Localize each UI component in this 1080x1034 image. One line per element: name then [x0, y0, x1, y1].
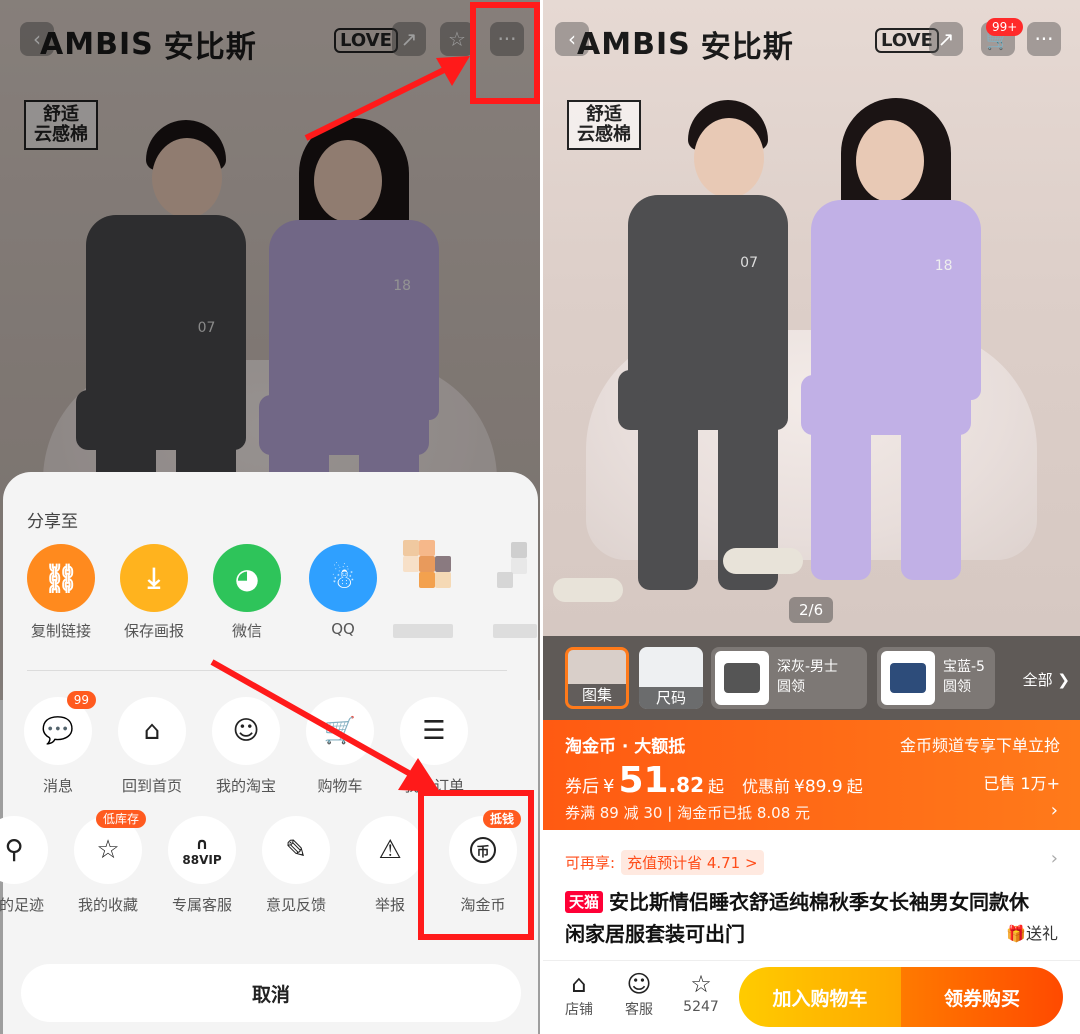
all-variants-button[interactable]: 全部 ❯: [1023, 669, 1070, 690]
original-price-suffix: 起: [846, 777, 863, 796]
variant-collar: 圆领: [777, 679, 805, 695]
star-icon: ☆: [690, 970, 712, 998]
price-suffix: 起: [708, 777, 725, 796]
promo-banner[interactable]: 淘金币 · 大额抵 金币频道专享下单立抢 券后 ¥ 51 .82 起 优惠前 ¥…: [543, 720, 1080, 830]
right-panel: 07 18 舒适 云感棉 ‹ AMBIS 安比斯 LOVE ↗ 🛒 99+ ··…: [543, 0, 1080, 1034]
product-photo[interactable]: 07 18 舒适 云感棉: [543, 0, 1080, 640]
chevron-right-icon: ❯: [1057, 671, 1070, 689]
cart-count-badge: 99+: [986, 18, 1024, 36]
arrow-head-bottom: [398, 758, 440, 792]
brand-name: 安比斯: [700, 30, 794, 65]
share-button[interactable]: ↗: [929, 22, 963, 56]
reshare-label: 可再享:: [565, 854, 616, 872]
thumb-size-chart[interactable]: 尺码: [639, 647, 703, 709]
variant-name: 深灰-男士: [777, 659, 839, 675]
thumb-label: 尺码: [639, 687, 703, 709]
favorite-count: 5247: [683, 999, 719, 1015]
slipper: [553, 578, 623, 602]
variant-collar: 圆领: [943, 679, 971, 695]
price-integer: 51: [618, 760, 669, 801]
variant-royal-blue[interactable]: 宝蓝-5 圆领: [877, 647, 995, 709]
gift-icon: 🎁: [1006, 924, 1026, 943]
shirt-number: 07: [740, 255, 758, 271]
brand-logo-text: AMBIS: [577, 26, 691, 62]
pajama-blue-image: [881, 651, 935, 705]
arrow-line-bottom: [210, 659, 416, 779]
favorite-count-button[interactable]: ☆ 5247: [671, 969, 731, 1015]
brand-logo: AMBIS 安比斯: [577, 22, 794, 66]
model-man: 07: [618, 100, 801, 600]
more-button[interactable]: ···: [1027, 22, 1061, 56]
reshare-row[interactable]: 可再享: 充值预计省 4.71 >: [565, 850, 764, 875]
service-label: 客服: [625, 1002, 653, 1018]
arrow-line-top: [304, 65, 450, 141]
thumb-gallery[interactable]: 图集: [565, 647, 629, 709]
store-button[interactable]: ⌂ 店铺: [549, 969, 609, 1019]
add-to-cart-button[interactable]: 加入购物车: [739, 967, 901, 1027]
chevron-right-icon: ›: [1050, 848, 1058, 869]
product-title-block: 天猫 安比斯情侣睡衣舒适纯棉秋季女长袖男女同款休闲家居服套装可出门: [565, 886, 1045, 950]
original-price: ¥89.9: [794, 777, 843, 797]
service-button[interactable]: ☺ 客服: [609, 969, 669, 1019]
tmall-tag: 天猫: [565, 891, 604, 913]
product-title: 安比斯情侣睡衣舒适纯棉秋季女长袖男女同款休闲家居服套装可出门: [565, 890, 1030, 946]
all-label: 全部: [1022, 671, 1053, 689]
service-face-icon: ☺: [626, 970, 652, 998]
promo-note: 金币频道专享下单立抢: [899, 736, 1060, 755]
more-icon: ···: [1034, 27, 1054, 51]
image-counter: 2/6: [789, 597, 834, 623]
share-icon: ↗: [937, 27, 955, 51]
coupon-line: 券满 89 减 30 | 淘金币已抵 8.08 元: [565, 804, 811, 822]
price-decimal: .82: [668, 773, 704, 797]
pajama-grey-image: [715, 651, 769, 705]
original-price-label: 优惠前: [742, 777, 791, 796]
buy-with-coupon-button[interactable]: 领券购买: [901, 967, 1063, 1027]
store-icon: ⌂: [571, 970, 587, 998]
screenshot-root: 07 18 舒适 云感棉 ‹ AMBIS 安比斯 LOVE ↗ ☆ ··· 分享…: [0, 0, 1080, 1034]
left-panel: 07 18 舒适 云感棉 ‹ AMBIS 安比斯 LOVE ↗ ☆ ··· 分享…: [0, 0, 540, 1034]
price-row: 券后 ¥ 51 .82 起 优惠前 ¥89.9 起: [565, 760, 863, 801]
back-icon: ‹: [568, 27, 576, 51]
bottom-action-bar: ⌂ 店铺 ☺ 客服 ☆ 5247 加入购物车 领券购买: [543, 960, 1080, 1034]
comfort-badge: 舒适 云感棉: [567, 100, 641, 150]
sold-count: 已售 1万+: [983, 774, 1060, 793]
thumb-label: 图集: [568, 684, 626, 706]
gift-button[interactable]: 🎁送礼: [1006, 920, 1058, 944]
variant-name: 宝蓝-5: [943, 659, 985, 675]
annotation-arrows: [210, 56, 470, 792]
after-coupon-label: 券后: [565, 777, 599, 797]
recharge-saving: 充值预计省 4.71 >: [621, 850, 764, 875]
thumbnail-strip: 图集 尺码 深灰-男士圆领 宝蓝-5 圆领 全部 ❯: [543, 636, 1080, 720]
shirt-number: 18: [934, 258, 953, 274]
variant-dark-grey[interactable]: 深灰-男士圆领: [711, 647, 867, 709]
store-label: 店铺: [565, 1002, 593, 1018]
slipper: [723, 548, 803, 574]
promo-title: 淘金币 · 大额抵: [565, 737, 686, 757]
gift-label: 送礼: [1025, 924, 1058, 943]
product-info: 可再享: 充值预计省 4.71 > › 天猫 安比斯情侣睡衣舒适纯棉秋季女长袖男女…: [543, 830, 1080, 960]
model-woman: 18: [800, 98, 984, 600]
currency-symbol: ¥: [603, 776, 615, 797]
chevron-right-icon: ›: [1050, 800, 1058, 821]
